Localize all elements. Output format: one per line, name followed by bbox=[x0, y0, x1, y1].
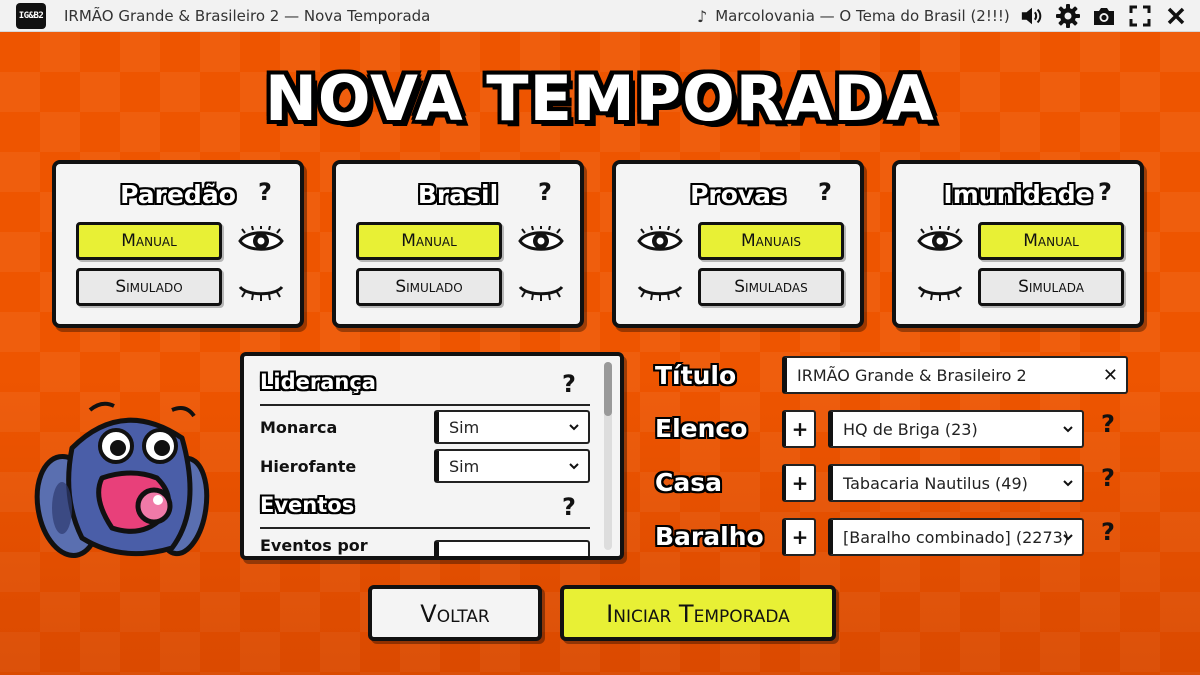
hierofante-select[interactable]: Sim bbox=[434, 449, 590, 483]
casa-select[interactable]: Tabacaria Nautilus (49) bbox=[828, 464, 1084, 502]
page-title: NOVA TEMPORADA bbox=[265, 62, 935, 135]
select-value: HQ de Briga (23) bbox=[843, 419, 978, 439]
section-divider bbox=[260, 404, 590, 406]
gear-icon[interactable] bbox=[1056, 4, 1080, 28]
section-title-lideranca: Liderança bbox=[260, 370, 376, 394]
row-label-monarca: Monarca bbox=[260, 418, 338, 437]
eye-open-icon bbox=[238, 226, 284, 251]
add-baralho-button[interactable]: + bbox=[782, 518, 816, 556]
elenco-select[interactable]: HQ de Briga (23) bbox=[828, 410, 1084, 448]
back-button[interactable]: Voltar bbox=[368, 585, 542, 641]
card-imunidade: Imunidade ? Manual Simulada bbox=[892, 160, 1144, 328]
start-season-button[interactable]: Iniciar Temporada bbox=[560, 585, 836, 641]
card-paredao: Paredão ? Manual Simulado bbox=[52, 160, 304, 328]
help-icon[interactable]: ? bbox=[1098, 178, 1112, 206]
eye-closed-icon bbox=[637, 285, 683, 301]
label-elenco: Elenco bbox=[655, 414, 748, 443]
help-icon[interactable]: ? bbox=[1101, 464, 1115, 492]
now-playing-text: Marcolovania — O Tema do Brasil (2!!!) bbox=[715, 7, 1010, 25]
input-value: IRMÃO Grande & Brasileiro 2 bbox=[797, 365, 1027, 385]
option-simulado-button[interactable]: Simulado bbox=[356, 268, 502, 306]
eye-open-icon bbox=[637, 226, 683, 251]
now-playing: ♪ Marcolovania — O Tema do Brasil (2!!!) bbox=[697, 0, 1010, 32]
chevron-down-icon bbox=[1063, 480, 1073, 487]
chevron-down-icon bbox=[1063, 426, 1073, 433]
baralho-select[interactable]: [Baralho combinado] (2273) bbox=[828, 518, 1084, 556]
settings-panel[interactable]: Liderança ? Monarca Sim Hierofante Sim E… bbox=[240, 352, 624, 560]
help-icon[interactable]: ? bbox=[562, 493, 576, 521]
row-label-eventos-por: Eventos por bbox=[260, 536, 368, 555]
fullscreen-icon[interactable] bbox=[1128, 4, 1152, 28]
eye-open-icon bbox=[917, 226, 963, 251]
label-baralho: Baralho bbox=[655, 522, 764, 551]
music-note-icon: ♪ bbox=[697, 6, 708, 26]
select-value: Sim bbox=[449, 417, 480, 437]
monarca-select[interactable]: Sim bbox=[434, 410, 590, 444]
section-divider bbox=[260, 527, 590, 529]
app-logo: IG&B2 bbox=[16, 2, 46, 29]
eye-closed-icon bbox=[917, 285, 963, 301]
mascot-illustration bbox=[34, 401, 210, 559]
eye-closed-icon bbox=[238, 285, 284, 301]
option-simulada-button[interactable]: Simulada bbox=[978, 268, 1124, 306]
row-label-hierofante: Hierofante bbox=[260, 457, 357, 476]
add-casa-button[interactable]: + bbox=[782, 464, 816, 502]
option-manuais-button[interactable]: Manuais bbox=[698, 222, 844, 260]
help-icon[interactable]: ? bbox=[538, 178, 552, 206]
option-manual-button[interactable]: Manual bbox=[356, 222, 502, 260]
title-bar: IG&B2 IRMÃO Grande & Brasileiro 2 — Nova… bbox=[0, 0, 1200, 32]
option-manual-button[interactable]: Manual bbox=[978, 222, 1124, 260]
card-provas: Provas ? Manuais Simuladas bbox=[612, 160, 864, 328]
volume-icon[interactable] bbox=[1020, 4, 1044, 28]
help-icon[interactable]: ? bbox=[562, 370, 576, 398]
help-icon[interactable]: ? bbox=[1101, 518, 1115, 546]
titulo-input[interactable]: IRMÃO Grande & Brasileiro 2 ✕ bbox=[782, 356, 1128, 394]
chevron-down-icon bbox=[569, 463, 579, 470]
help-icon[interactable]: ? bbox=[818, 178, 832, 206]
option-simuladas-button[interactable]: Simuladas bbox=[698, 268, 844, 306]
chevron-down-icon bbox=[569, 424, 579, 431]
card-brasil: Brasil ? Manual Simulado bbox=[332, 160, 584, 328]
window-title: IRMÃO Grande & Brasileiro 2 — Nova Tempo… bbox=[64, 6, 431, 25]
help-icon[interactable]: ? bbox=[1101, 410, 1115, 438]
eventos-por-select[interactable] bbox=[434, 540, 590, 556]
label-casa: Casa bbox=[655, 468, 722, 497]
chevron-down-icon bbox=[1063, 534, 1073, 541]
add-elenco-button[interactable]: + bbox=[782, 410, 816, 448]
camera-icon[interactable] bbox=[1092, 4, 1116, 28]
eye-open-icon bbox=[518, 226, 564, 251]
help-icon[interactable]: ? bbox=[258, 178, 272, 206]
label-titulo: Título bbox=[655, 361, 737, 390]
clear-icon[interactable]: ✕ bbox=[1103, 365, 1118, 386]
select-value: [Baralho combinado] (2273) bbox=[843, 527, 1070, 547]
close-icon[interactable] bbox=[1164, 4, 1188, 28]
scrollbar-thumb[interactable] bbox=[604, 362, 612, 416]
section-title-eventos: Eventos bbox=[260, 493, 355, 517]
select-value: Tabacaria Nautilus (49) bbox=[843, 473, 1028, 493]
option-simulado-button[interactable]: Simulado bbox=[76, 268, 222, 306]
eye-closed-icon bbox=[518, 285, 564, 301]
option-manual-button[interactable]: Manual bbox=[76, 222, 222, 260]
select-value: Sim bbox=[449, 456, 480, 476]
toolbar-icons bbox=[1020, 0, 1188, 32]
